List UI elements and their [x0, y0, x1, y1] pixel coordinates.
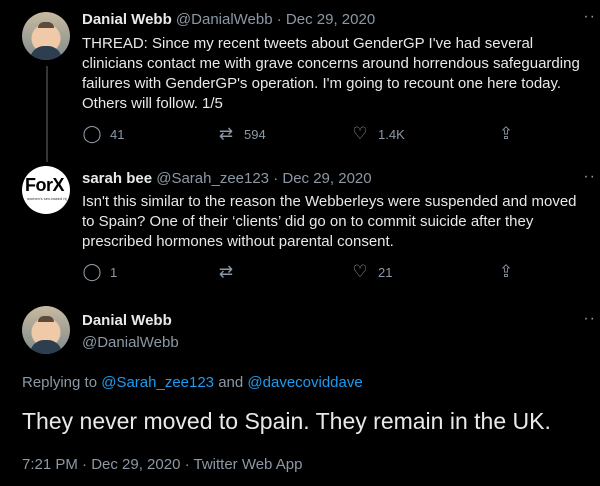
reply-icon: ◯	[82, 262, 102, 281]
reply-count: 41	[110, 126, 125, 142]
share-icon: ⇪	[498, 124, 514, 143]
avatar-danial-webb[interactable]	[22, 12, 70, 60]
reply-icon: ◯	[82, 124, 102, 143]
retweet-icon: ⇄	[218, 124, 234, 143]
tweet-actions: ◯ 41 ⇄ 594 ♡ 1.4K ⇪	[82, 124, 582, 144]
avatar-danial-webb[interactable]	[22, 306, 70, 354]
tweet-text: They never moved to Spain. They remain i…	[22, 408, 551, 434]
retweet-count: 594	[244, 126, 266, 142]
replying-and: and	[218, 374, 244, 391]
tweet-text: THREAD: Since my recent tweets about Gen…	[82, 35, 580, 112]
tweet-header: sarah bee @Sarah_zee123 · Dec 29, 2020	[82, 170, 372, 187]
share-button[interactable]: ⇪	[496, 262, 516, 282]
tweet-actions: ◯ 1 ⇄ ♡ 21 ⇪	[82, 262, 582, 282]
replying-prefix: Replying to	[22, 374, 98, 391]
timestamp[interactable]: · Dec 29, 2020	[277, 11, 375, 28]
share-button[interactable]: ⇪	[496, 124, 516, 144]
like-count: 1.4K	[378, 126, 405, 142]
heart-icon: ♡	[352, 262, 368, 281]
avatar-hair	[38, 22, 54, 28]
display-name[interactable]: Danial Webb	[82, 11, 172, 28]
more-icon[interactable]: ··	[583, 310, 596, 328]
thread-line	[46, 66, 48, 162]
retweet-button[interactable]: ⇄	[216, 262, 350, 282]
focused-tweet[interactable]: Danial Webb @DanialWebb ·· Replying to @…	[0, 300, 600, 486]
avatar-shirt	[30, 46, 62, 60]
avatar-logo-subtext: women's sex-based rights and	[27, 196, 67, 201]
retweet-button[interactable]: ⇄ 594	[216, 124, 350, 144]
replying-to: Replying to @Sarah_zee123 and @davecovid…	[22, 374, 363, 391]
handle[interactable]: @DanialWebb	[82, 334, 179, 351]
more-icon[interactable]: ··	[583, 168, 596, 186]
tweet-meta[interactable]: 7:21 PM · Dec 29, 2020 · Twitter Web App	[22, 456, 302, 473]
display-name[interactable]: sarah bee	[82, 170, 152, 187]
tweet-2[interactable]: ForX women's sex-based rights and sarah …	[0, 162, 600, 290]
timestamp[interactable]: · Dec 29, 2020	[273, 170, 371, 187]
tweet-text: Isn't this similar to the reason the Web…	[82, 193, 577, 250]
more-icon[interactable]: ··	[583, 8, 596, 26]
tweet-header: Danial Webb @DanialWebb · Dec 29, 2020	[82, 11, 375, 28]
avatar-sarah-bee[interactable]: ForX women's sex-based rights and	[22, 166, 70, 214]
heart-icon: ♡	[352, 124, 368, 143]
mention-sarah[interactable]: @Sarah_zee123	[101, 374, 214, 391]
like-count: 21	[378, 264, 393, 280]
like-button[interactable]: ♡ 1.4K	[350, 124, 496, 144]
avatar-hair	[38, 316, 54, 322]
display-name[interactable]: Danial Webb	[82, 312, 172, 329]
reply-count: 1	[110, 264, 118, 280]
like-button[interactable]: ♡ 21	[350, 262, 496, 282]
avatar-shirt	[30, 340, 62, 354]
handle[interactable]: @Sarah_zee123	[156, 170, 269, 187]
reply-button[interactable]: ◯ 1	[82, 262, 216, 282]
handle[interactable]: @DanialWebb	[176, 11, 273, 28]
retweet-icon: ⇄	[218, 262, 234, 281]
reply-button[interactable]: ◯ 41	[82, 124, 216, 144]
share-icon: ⇪	[498, 262, 514, 281]
avatar-logo-text: ForX	[25, 175, 65, 195]
tweet-1[interactable]: Danial Webb @DanialWebb · Dec 29, 2020 ·…	[0, 0, 600, 162]
mention-dave[interactable]: @davecoviddave	[247, 374, 362, 391]
